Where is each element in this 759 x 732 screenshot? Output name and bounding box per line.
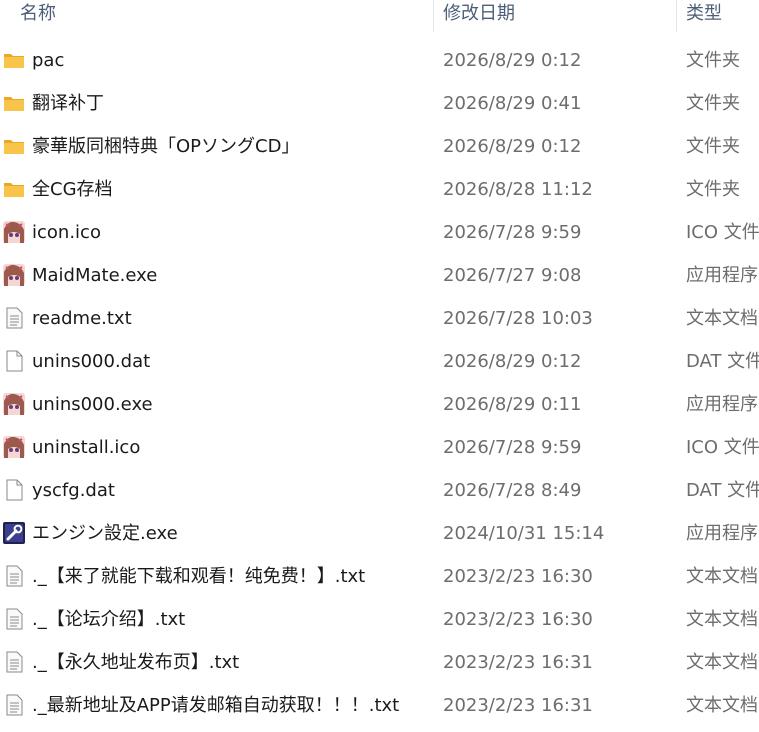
file-row[interactable]: icon.ico 2026/7/28 9:59 ICO 文件	[0, 212, 759, 255]
file-name: readme.txt	[32, 308, 132, 329]
file-name: unins000.exe	[32, 394, 153, 415]
file-name: 豪華版同梱特典「OPソングCD」	[32, 136, 300, 157]
file-modified-date: 2026/8/29 0:12	[443, 351, 582, 372]
column-header-date[interactable]: 修改日期	[443, 0, 515, 32]
file-modified-date: 2023/2/23 16:31	[443, 695, 593, 716]
file-row[interactable]: 翻译补丁 2026/8/29 0:41 文件夹	[0, 83, 759, 126]
file-modified-date: 2026/8/29 0:41	[443, 93, 582, 114]
column-divider[interactable]	[433, 0, 434, 32]
file-type: DAT 文件	[686, 480, 759, 501]
blank-file-icon	[3, 479, 25, 501]
file-name: pac	[32, 50, 65, 71]
text-file-icon	[3, 565, 25, 587]
file-type: 应用程序	[686, 523, 758, 544]
text-file-icon	[3, 307, 25, 329]
file-type: 文件夹	[686, 179, 740, 200]
file-type: ICO 文件	[686, 437, 759, 458]
folder-icon	[3, 49, 25, 71]
column-divider[interactable]	[676, 0, 677, 32]
file-row[interactable]: unins000.exe 2026/8/29 0:11 应用程序	[0, 384, 759, 427]
file-modified-date: 2026/7/27 9:08	[443, 265, 582, 286]
file-type: 文件夹	[686, 136, 740, 157]
file-row[interactable]: unins000.dat 2026/8/29 0:12 DAT 文件	[0, 341, 759, 384]
file-type: 文本文档	[686, 308, 758, 329]
file-type: 文本文档	[686, 609, 758, 630]
file-type: 文本文档	[686, 695, 758, 716]
file-modified-date: 2026/7/28 10:03	[443, 308, 593, 329]
file-name: ._【永久地址发布页】.txt	[32, 652, 240, 673]
column-header-name[interactable]: 名称	[20, 0, 56, 32]
file-name: 翻译补丁	[32, 93, 104, 114]
anime-app-icon	[3, 221, 25, 243]
file-type: 文件夹	[686, 93, 740, 114]
file-row[interactable]: ._最新地址及APP请发邮箱自动获取！！！.txt 2023/2/23 16:31…	[0, 685, 759, 728]
file-name: unins000.dat	[32, 351, 151, 372]
text-file-icon	[3, 608, 25, 630]
file-modified-date: 2026/7/28 9:59	[443, 437, 582, 458]
blank-file-icon	[3, 350, 25, 372]
column-header-bar: 名称 修改日期 类型	[0, 0, 759, 32]
file-type: 应用程序	[686, 394, 758, 415]
file-modified-date: 2026/8/29 0:12	[443, 50, 582, 71]
file-modified-date: 2023/2/23 16:31	[443, 652, 593, 673]
text-file-icon	[3, 651, 25, 673]
settings-app-icon	[3, 522, 25, 544]
file-modified-date: 2026/8/29 0:12	[443, 136, 582, 157]
file-type: 应用程序	[686, 265, 758, 286]
file-name: ._【来了就能下载和观看！纯免费！】.txt	[32, 566, 366, 587]
file-modified-date: 2024/10/31 15:14	[443, 523, 605, 544]
file-list: pac 2026/8/29 0:12 文件夹 翻译补丁 2026/8/29 0:41 文件…	[0, 40, 759, 728]
file-row[interactable]: ._【论坛介绍】.txt 2023/2/23 16:30 文本文档	[0, 599, 759, 642]
folder-icon	[3, 92, 25, 114]
anime-app-icon	[3, 393, 25, 415]
file-name: yscfg.dat	[32, 480, 115, 501]
file-row[interactable]: エンジン設定.exe 2024/10/31 15:14 应用程序	[0, 513, 759, 556]
file-row[interactable]: MaidMate.exe 2026/7/27 9:08 应用程序	[0, 255, 759, 298]
file-name: icon.ico	[32, 222, 101, 243]
file-type: ICO 文件	[686, 222, 759, 243]
file-row[interactable]: ._【永久地址发布页】.txt 2023/2/23 16:31 文本文档	[0, 642, 759, 685]
anime-app-icon	[3, 264, 25, 286]
file-modified-date: 2026/8/29 0:11	[443, 394, 582, 415]
file-modified-date: 2026/8/28 11:12	[443, 179, 593, 200]
file-type: DAT 文件	[686, 351, 759, 372]
file-row[interactable]: yscfg.dat 2026/7/28 8:49 DAT 文件	[0, 470, 759, 513]
file-type: 文件夹	[686, 50, 740, 71]
folder-icon	[3, 178, 25, 200]
file-name: uninstall.ico	[32, 437, 141, 458]
file-row[interactable]: pac 2026/8/29 0:12 文件夹	[0, 40, 759, 83]
file-row[interactable]: uninstall.ico 2026/7/28 9:59 ICO 文件	[0, 427, 759, 470]
file-name: MaidMate.exe	[32, 265, 158, 286]
file-modified-date: 2023/2/23 16:30	[443, 566, 593, 587]
file-row[interactable]: 全CG存档 2026/8/28 11:12 文件夹	[0, 169, 759, 212]
file-modified-date: 2026/7/28 9:59	[443, 222, 582, 243]
file-type: 文本文档	[686, 652, 758, 673]
folder-icon	[3, 135, 25, 157]
column-header-type[interactable]: 类型	[686, 0, 722, 32]
file-row[interactable]: readme.txt 2026/7/28 10:03 文本文档	[0, 298, 759, 341]
file-row[interactable]: ._【来了就能下载和观看！纯免费！】.txt 2023/2/23 16:30 文本文…	[0, 556, 759, 599]
file-type: 文本文档	[686, 566, 758, 587]
text-file-icon	[3, 694, 25, 716]
file-modified-date: 2023/2/23 16:30	[443, 609, 593, 630]
file-modified-date: 2026/7/28 8:49	[443, 480, 582, 501]
file-name: ._最新地址及APP请发邮箱自动获取！！！.txt	[32, 695, 400, 716]
file-name: 全CG存档	[32, 179, 113, 200]
file-name: エンジン設定.exe	[32, 523, 178, 544]
file-row[interactable]: 豪華版同梱特典「OPソングCD」 2026/8/29 0:12 文件夹	[0, 126, 759, 169]
file-name: ._【论坛介绍】.txt	[32, 609, 186, 630]
anime-app-icon	[3, 436, 25, 458]
